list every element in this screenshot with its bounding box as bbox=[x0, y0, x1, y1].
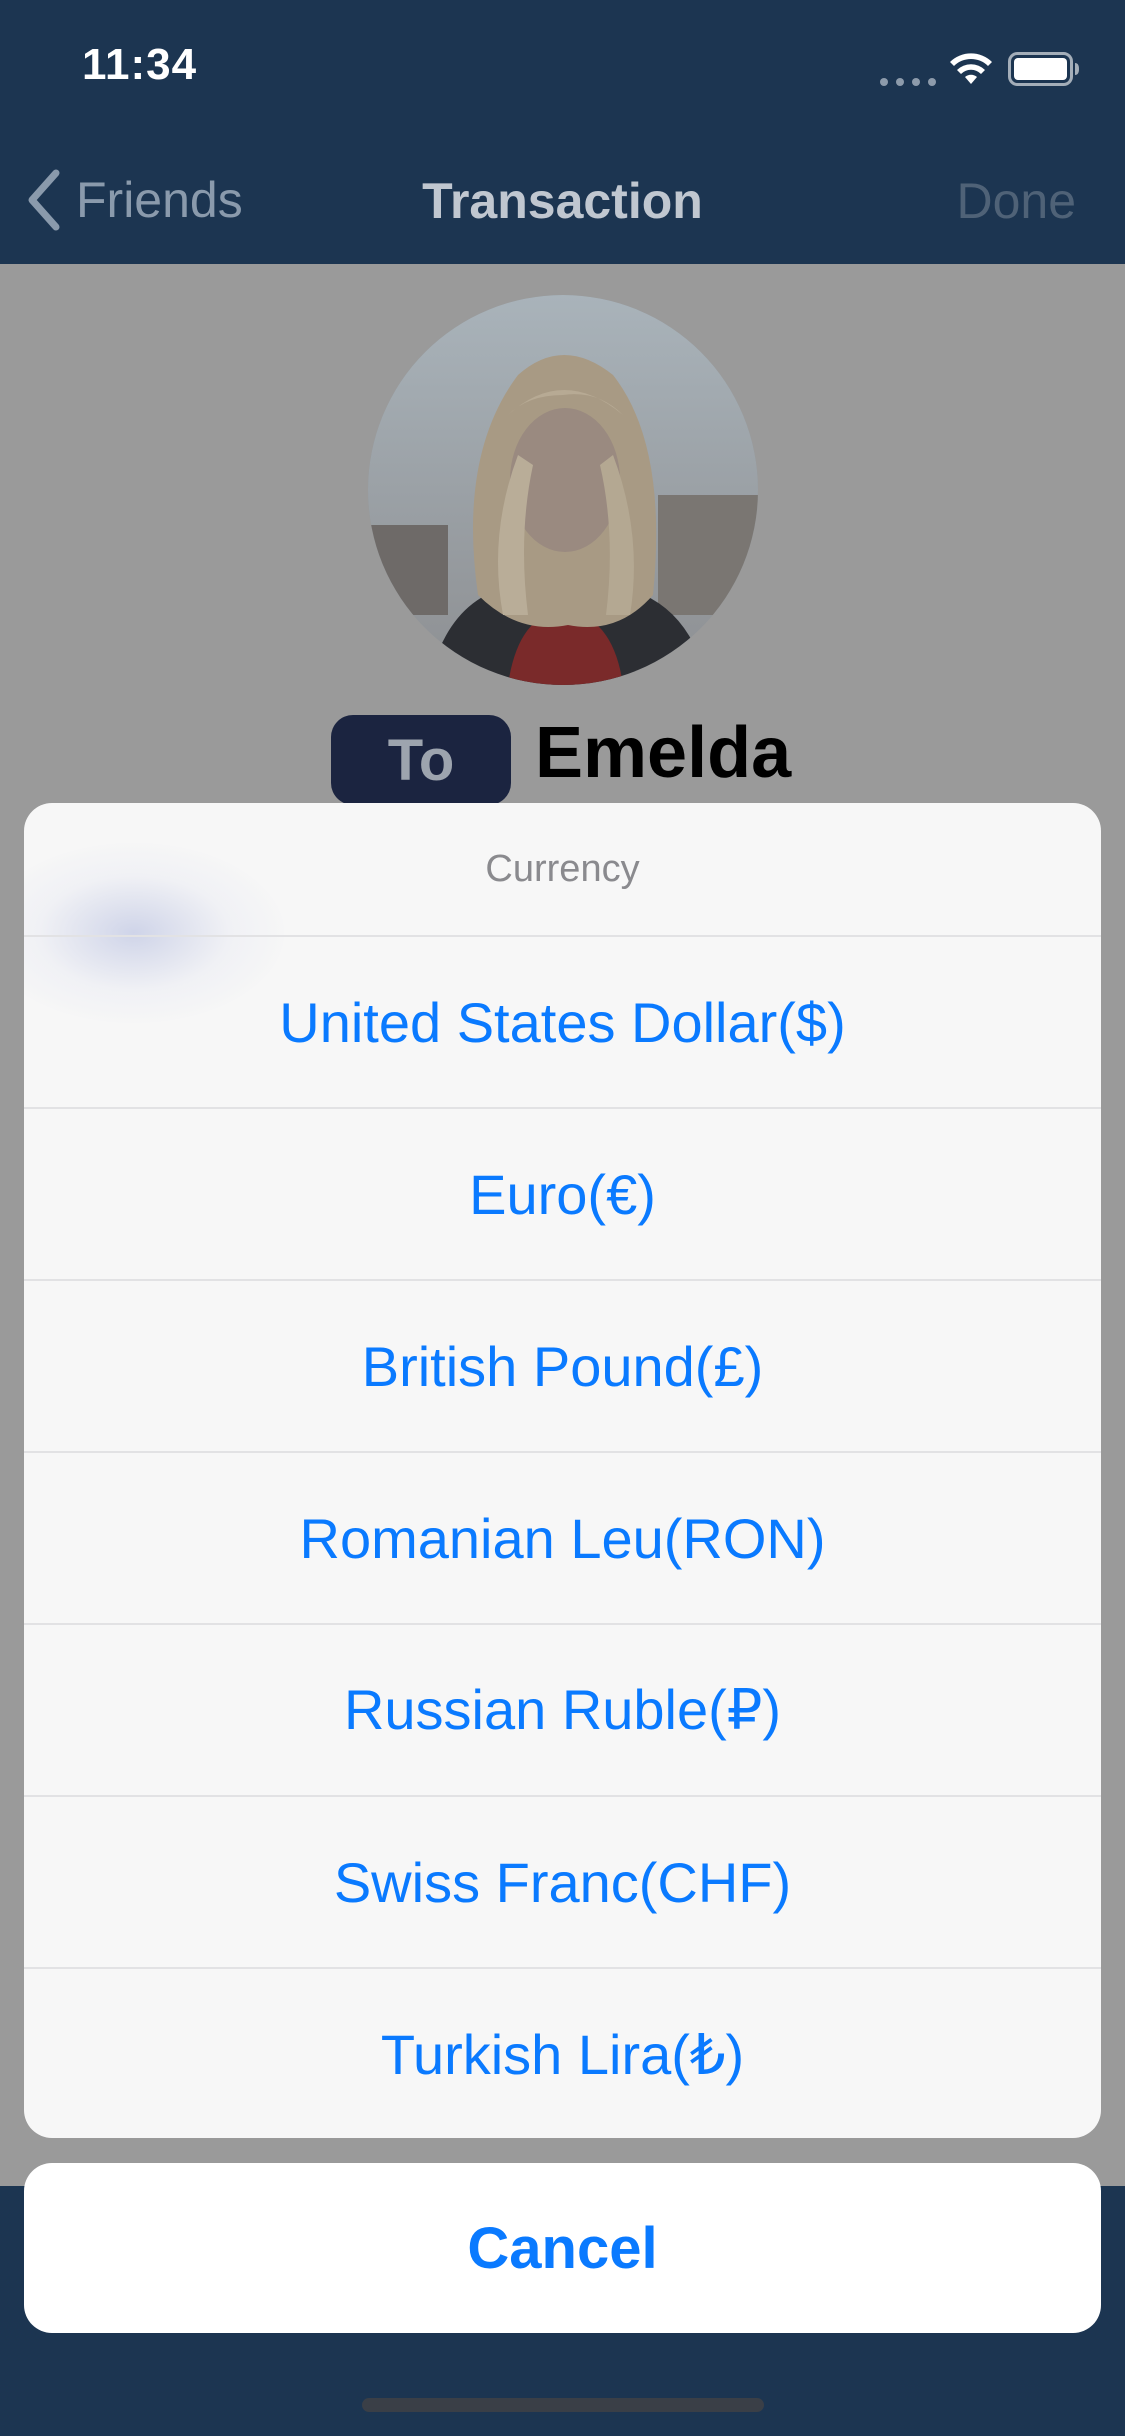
currency-option-gbp[interactable]: British Pound(£) bbox=[24, 1281, 1101, 1453]
cancel-button[interactable]: Cancel bbox=[24, 2163, 1101, 2333]
currency-option-ron[interactable]: Romanian Leu(RON) bbox=[24, 1453, 1101, 1625]
avatar bbox=[368, 295, 758, 685]
currency-option-eur[interactable]: Euro(€) bbox=[24, 1109, 1101, 1281]
done-button[interactable]: Done bbox=[956, 172, 1076, 230]
home-indicator bbox=[362, 2398, 764, 2412]
direction-chip: To bbox=[331, 715, 511, 805]
currency-action-sheet: Currency United States Dollar($) Euro(€)… bbox=[24, 803, 1101, 2138]
currency-option-chf[interactable]: Swiss Franc(CHF) bbox=[24, 1797, 1101, 1969]
battery-icon bbox=[1008, 52, 1079, 86]
status-time: 11:34 bbox=[82, 40, 198, 89]
navigation-bar: 11:34 Friends Transaction Done bbox=[0, 0, 1125, 264]
recipient-name: Emelda bbox=[535, 713, 792, 793]
signal-icon bbox=[880, 78, 936, 86]
action-sheet-title: Currency bbox=[24, 803, 1101, 937]
avatar-photo bbox=[368, 295, 758, 685]
wifi-icon bbox=[950, 53, 992, 84]
currency-option-try[interactable]: Turkish Lira(₺) bbox=[24, 1969, 1101, 2138]
currency-option-rub[interactable]: Russian Ruble(₽) bbox=[24, 1625, 1101, 1797]
